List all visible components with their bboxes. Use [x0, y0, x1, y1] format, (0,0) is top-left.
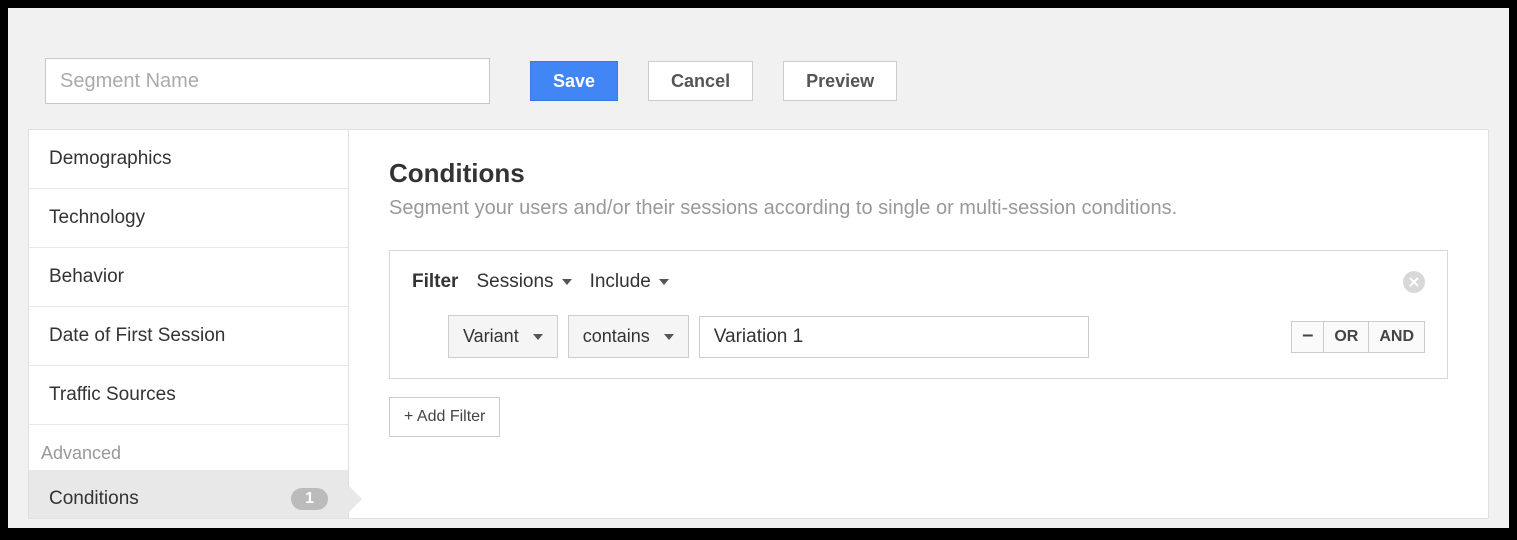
sidebar-item-label: Technology [49, 207, 145, 228]
scope-value: Sessions [476, 271, 553, 293]
chevron-down-icon [664, 334, 674, 340]
filter-box: Filter Sessions Include [389, 250, 1448, 379]
sidebar: Demographics Technology Behavior Date of… [29, 130, 349, 518]
panel-title: Conditions [389, 158, 1448, 189]
sidebar-item-behavior[interactable]: Behavior [29, 248, 348, 307]
include-value: Include [590, 271, 651, 293]
condition-value-input[interactable] [699, 316, 1089, 358]
app-frame: Save Cancel Preview Demographics Technol… [8, 8, 1509, 528]
add-filter-button[interactable]: + Add Filter [389, 397, 500, 437]
cancel-button[interactable]: Cancel [648, 61, 753, 101]
sidebar-item-label: Date of First Session [49, 325, 225, 346]
sidebar-item-technology[interactable]: Technology [29, 189, 348, 248]
condition-row-actions: – OR AND [1292, 321, 1425, 353]
filter-label: Filter [412, 271, 458, 293]
sidebar-item-label: Behavior [49, 266, 124, 287]
dimension-dropdown[interactable]: Variant [448, 315, 558, 358]
sidebar-item-label: Conditions [49, 488, 139, 510]
conditions-count-badge: 1 [291, 488, 328, 510]
sidebar-item-label: Demographics [49, 148, 172, 169]
sidebar-item-date-first-session[interactable]: Date of First Session [29, 307, 348, 366]
segment-builder: Save Cancel Preview Demographics Technol… [8, 8, 1509, 528]
preview-button[interactable]: Preview [783, 61, 897, 101]
close-icon [1409, 277, 1419, 287]
chevron-down-icon [562, 279, 572, 285]
remove-condition-button[interactable]: – [1291, 321, 1324, 353]
and-button[interactable]: AND [1368, 321, 1425, 353]
header-row: Save Cancel Preview [8, 58, 1509, 104]
content-row: Demographics Technology Behavior Date of… [28, 129, 1489, 519]
include-dropdown[interactable]: Include [590, 271, 669, 293]
sidebar-section-advanced: Advanced [29, 425, 348, 470]
sidebar-section-label-text: Advanced [41, 443, 121, 463]
scope-dropdown[interactable]: Sessions [476, 271, 571, 293]
sidebar-item-traffic-sources[interactable]: Traffic Sources [29, 366, 348, 425]
remove-filter-button[interactable] [1403, 271, 1425, 293]
or-button[interactable]: OR [1323, 321, 1369, 353]
match-value: contains [583, 326, 650, 347]
save-button[interactable]: Save [530, 61, 618, 101]
match-type-dropdown[interactable]: contains [568, 315, 689, 358]
header-buttons: Save Cancel Preview [530, 61, 897, 101]
panel-description: Segment your users and/or their sessions… [389, 197, 1448, 220]
dimension-value: Variant [463, 326, 519, 347]
filter-condition-row: Variant contains – OR AND [412, 315, 1425, 358]
sidebar-item-demographics[interactable]: Demographics [29, 130, 348, 189]
chevron-down-icon [659, 279, 669, 285]
main-panel: Conditions Segment your users and/or the… [349, 130, 1488, 518]
segment-name-input[interactable] [45, 58, 490, 104]
chevron-down-icon [533, 334, 543, 340]
sidebar-item-label: Traffic Sources [49, 384, 176, 405]
sidebar-item-conditions[interactable]: Conditions 1 [29, 470, 348, 519]
filter-header: Filter Sessions Include [412, 271, 1425, 293]
